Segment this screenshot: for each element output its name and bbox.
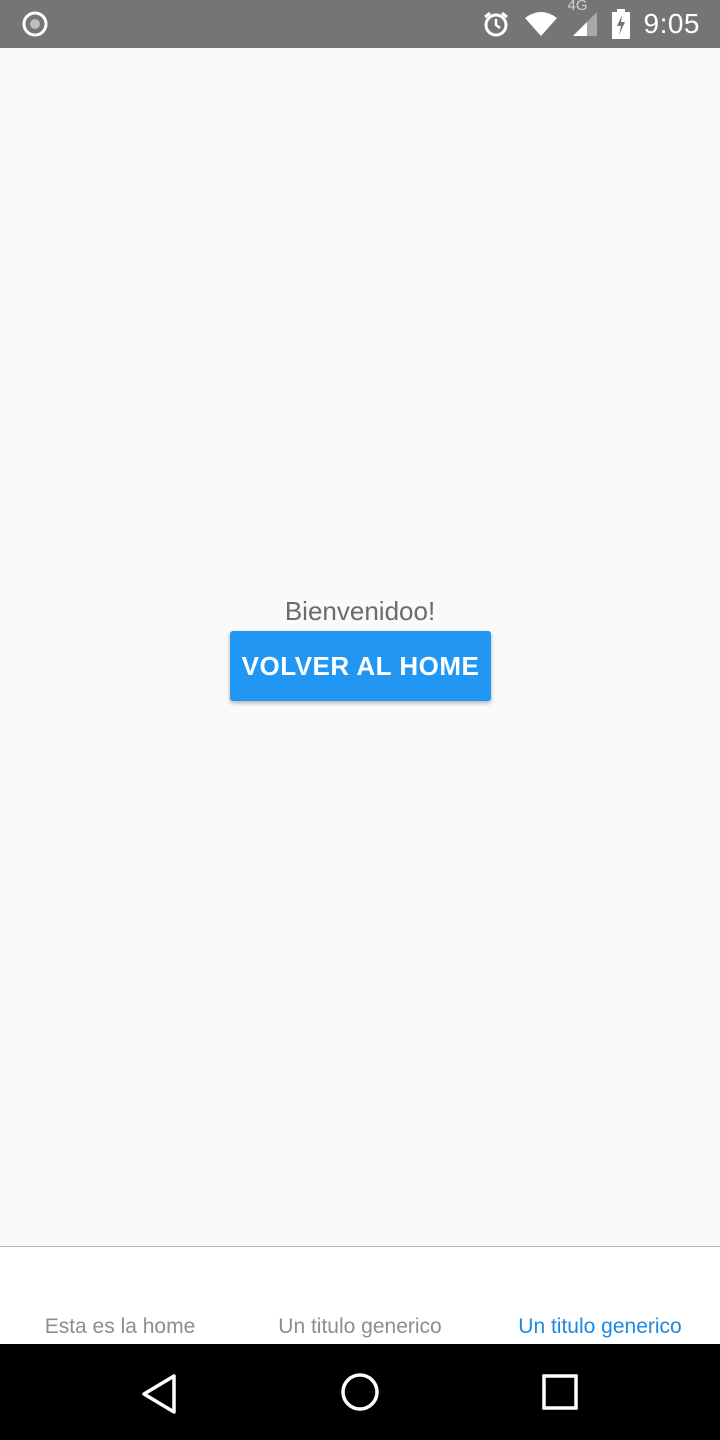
- status-icons: 4G 9:05: [468, 0, 701, 48]
- status-time: 9:05: [643, 8, 700, 39]
- back-to-home-button[interactable]: VOLVER AL HOME: [230, 631, 491, 701]
- tab-generic-2[interactable]: Un titulo generico: [480, 1315, 720, 1339]
- home-icon[interactable]: [338, 1372, 382, 1416]
- record-icon: [22, 11, 48, 37]
- alarm-icon: [482, 10, 510, 38]
- system-nav-bar: [0, 1344, 720, 1440]
- battery-charging-icon: [611, 9, 630, 39]
- cellular-signal-icon: 4G: [568, 0, 598, 37]
- main-content: Bienvenidoo! VOLVER AL HOME: [0, 48, 720, 1246]
- welcome-text: Bienvenidoo!: [284, 596, 436, 626]
- tab-home[interactable]: Esta es la home: [0, 1315, 240, 1339]
- network-type-label: 4G: [567, 0, 588, 14]
- recents-icon[interactable]: [538, 1372, 582, 1416]
- tab-generic-1[interactable]: Un titulo generico: [240, 1315, 480, 1339]
- status-bar: 4G 9:05: [0, 0, 720, 48]
- bottom-tab-bar: Esta es la home Un titulo generico Un ti…: [0, 1246, 720, 1344]
- back-icon[interactable]: [138, 1372, 182, 1416]
- wifi-icon: [524, 11, 558, 37]
